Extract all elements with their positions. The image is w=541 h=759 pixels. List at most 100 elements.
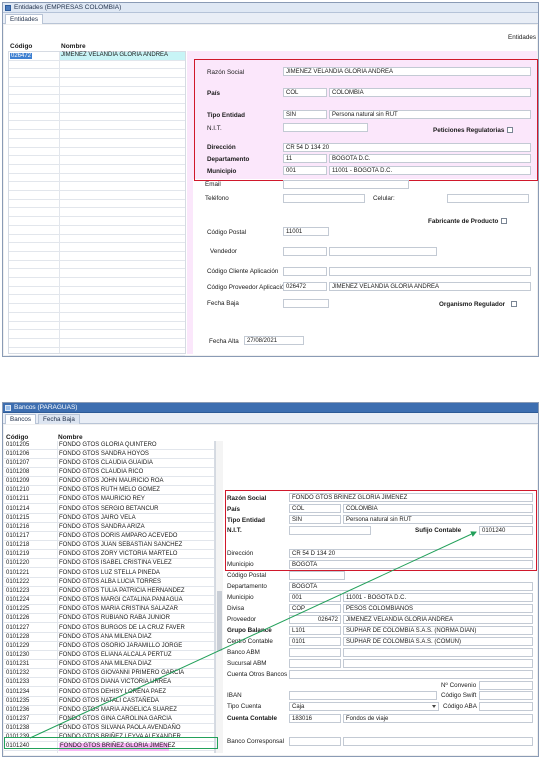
n-convenio-field[interactable]	[479, 681, 533, 690]
sucursal-abm-code-field[interactable]	[289, 659, 341, 668]
table-row[interactable]: 0101219 FONDO GTOS ZORY VICTORIA MARTELO	[4, 551, 214, 560]
proveedor-code-field[interactable]: 026472	[289, 615, 341, 624]
proveedor-name-field[interactable]: JIMENEZ VELANDIA GLORIA ANDREA	[343, 615, 533, 624]
list-item-empty[interactable]	[9, 148, 185, 157]
codigo-swift-field[interactable]	[479, 691, 533, 700]
table-row[interactable]: 0101228 FONDO GTOS ANA MILENA DIAZ	[4, 633, 214, 642]
table-row[interactable]: 0101238 FONDO GTOS SILVANA PAOLA AVENDAÑO	[4, 725, 214, 734]
centro-contable-name-field[interactable]: SUPHAR DE COLOMBIA S.A.S. (COMUN)	[343, 637, 533, 646]
vendedor-name-field[interactable]	[329, 247, 437, 256]
organismo-regulador-checkbox[interactable]	[511, 301, 517, 307]
departamento-name-field[interactable]: BOGOTA D.C.	[329, 154, 531, 163]
table-row[interactable]: 0101233 FONDO GTOS DIANA VICTORIA URREA	[4, 679, 214, 688]
list-item-empty[interactable]	[9, 61, 185, 70]
tab-fecha-baja[interactable]: Fecha Baja	[38, 414, 80, 424]
cuenta-contable-name-field[interactable]: Fondos de viaje	[343, 714, 533, 723]
banco-abm-name-field[interactable]	[343, 648, 533, 657]
list-item-empty[interactable]	[9, 261, 185, 270]
peticiones-regulatorias-checkbox[interactable]	[507, 127, 513, 133]
list-item-empty[interactable]	[9, 348, 185, 357]
list-item-empty[interactable]	[9, 313, 185, 322]
list-item-empty[interactable]	[9, 122, 185, 131]
tab-entidades[interactable]: Entidades	[5, 14, 44, 24]
divisa-code-field[interactable]: COP	[289, 604, 341, 613]
list-item-empty[interactable]	[9, 235, 185, 244]
tipo-cuenta-select[interactable]: Caja	[289, 702, 439, 711]
table-row[interactable]: 0101224 FONDO GTOS MARGI CATALINA PANIAGU…	[4, 597, 214, 606]
pais-code-field[interactable]: COL	[283, 88, 327, 97]
pais-code-field[interactable]: COL	[289, 504, 341, 513]
municipio-name-field[interactable]: 11001 - BOGOTA D.C.	[329, 166, 531, 175]
list-item-empty[interactable]	[9, 174, 185, 183]
divisa-name-field[interactable]: PESOS COLOMBIANOS	[343, 604, 533, 613]
celular-field[interactable]	[447, 194, 529, 203]
cuenta-contable-code-field[interactable]: 183016	[289, 714, 341, 723]
table-row[interactable]: 0101234 FONDO GTOS DEHISY LORENA PAEZ	[4, 688, 214, 697]
direccion-field[interactable]: CR 54 D 134 20	[289, 549, 533, 558]
table-row[interactable]: 0101227 FONDO GTOS BURGOS DE LA CRUZ FAVE…	[4, 624, 214, 633]
table-row[interactable]: 0101210 FONDO GTOS RUTH MELO GOMEZ	[4, 487, 214, 496]
column-header-code[interactable]: Código	[6, 434, 28, 441]
column-header-code[interactable]: Código	[10, 43, 32, 50]
email-field[interactable]	[283, 180, 409, 189]
tipo-entidad-name-field[interactable]: Persona natural sin RUT	[343, 515, 533, 524]
pais-name-field[interactable]: COLOMBIA	[343, 504, 533, 513]
table-row[interactable]: 0101235 FONDO GTOS NATALI CASTAÑEDA	[4, 697, 214, 706]
table-row[interactable]: 0101229 FONDO GTOS OSORIO JARAMILLO JORGE	[4, 642, 214, 651]
table-row[interactable]: 0101230 FONDO GTOS ELIANA ALCALA PERTUZ	[4, 651, 214, 660]
centro-contable-code-field[interactable]: 0101	[289, 637, 341, 646]
list-item-empty[interactable]	[9, 96, 185, 104]
grupo-balance-name-field[interactable]: SUPHAR DE COLOMBIA S.A.S. (NORMA DIAN)	[343, 626, 533, 635]
vendedor-code-field[interactable]	[283, 247, 327, 256]
pais-name-field[interactable]: COLOMBIA	[329, 88, 531, 97]
list-item-empty[interactable]	[9, 330, 185, 339]
table-row[interactable]: 0101209 FONDO GTOS JOHN MAURICIO ROA	[4, 478, 214, 487]
codigo-cliente-name-field[interactable]	[329, 267, 531, 276]
table-row[interactable]: 0101208 FONDO GTOS CLAUDIA RICO	[4, 468, 214, 477]
table-row[interactable]: 0101237 FONDO GTOS GINA CAROLINA GARCIA	[4, 716, 214, 724]
list-item-empty[interactable]	[9, 278, 185, 287]
codigo-postal-field[interactable]	[289, 571, 345, 580]
banco-corresponsal-code-field[interactable]	[289, 737, 341, 746]
tab-bancos[interactable]: Bancos	[5, 414, 37, 424]
list-item-empty[interactable]	[9, 243, 185, 252]
entity-list[interactable]: 026472 JIMENEZ VELANDIA GLORIA ANDREA	[8, 51, 186, 357]
table-row[interactable]: 0101216 FONDO GTOS SANDRA ARIZA	[4, 523, 214, 532]
grupo-balance-code-field[interactable]: L101	[289, 626, 341, 635]
razon-social-field[interactable]: FONDO GTOS BRIÑEZ GLORIA JIMENEZ	[289, 493, 533, 502]
column-header-name[interactable]: Nombre	[58, 434, 83, 441]
fecha-alta-field[interactable]: 27/08/2021	[244, 336, 304, 345]
table-row[interactable]: 0101236 FONDO GTOS MARIA ANGELICA SUAREZ	[4, 706, 214, 715]
list-item-empty[interactable]	[9, 104, 185, 113]
table-row[interactable]: 0101217 FONDO GTOS DORIS AMPARO ACEVEDO	[4, 533, 214, 541]
tipo-entidad-code-field[interactable]: SIN	[283, 110, 327, 119]
iban-field[interactable]	[289, 691, 437, 700]
list-item-empty[interactable]	[9, 217, 185, 226]
list-item-empty[interactable]	[9, 130, 185, 139]
list-item-empty[interactable]	[9, 296, 185, 305]
table-row[interactable]: 0101225 FONDO GTOS MARIA CRISTINA SALAZAR	[4, 606, 214, 615]
codigo-proveedor-name-field[interactable]: JIMENEZ VELANDIA GLORIA ANDREA	[329, 282, 531, 291]
list-item-empty[interactable]	[9, 87, 185, 96]
list-item-empty[interactable]	[9, 113, 185, 122]
list-item-empty[interactable]	[9, 78, 185, 87]
scrollbar-thumb[interactable]	[217, 591, 222, 651]
table-row[interactable]: 0101207 FONDO GTOS CLAUDIA GUAIDIA	[4, 459, 214, 468]
departamento-code-field[interactable]: 11	[283, 154, 327, 163]
table-row[interactable]: 0101205 FONDO GTOS GLORIA QUINTERO	[4, 441, 214, 450]
municipio-name-field[interactable]: 11001 - BOGOTA D.C.	[343, 593, 533, 602]
list-item-empty[interactable]	[9, 226, 185, 235]
telefono-field[interactable]	[283, 194, 365, 203]
list-item-empty[interactable]	[9, 252, 185, 261]
razon-social-field[interactable]: JIMENEZ VELANDIA GLORIA ANDREA	[283, 67, 531, 76]
list-item-empty[interactable]	[9, 165, 185, 174]
table-row[interactable]: 0101215 FONDO GTOS JAIRO VELA	[4, 514, 214, 523]
list-item-empty[interactable]	[9, 156, 185, 165]
municipio-code-field[interactable]: 001	[289, 593, 341, 602]
list-item-empty[interactable]	[9, 191, 185, 200]
list-item-empty[interactable]	[9, 139, 185, 148]
banco-abm-code-field[interactable]	[289, 648, 341, 657]
list-item-empty[interactable]	[9, 287, 185, 296]
list-item-empty[interactable]	[9, 322, 185, 331]
direccion-field[interactable]: CR 54 D 134 20	[283, 143, 531, 152]
